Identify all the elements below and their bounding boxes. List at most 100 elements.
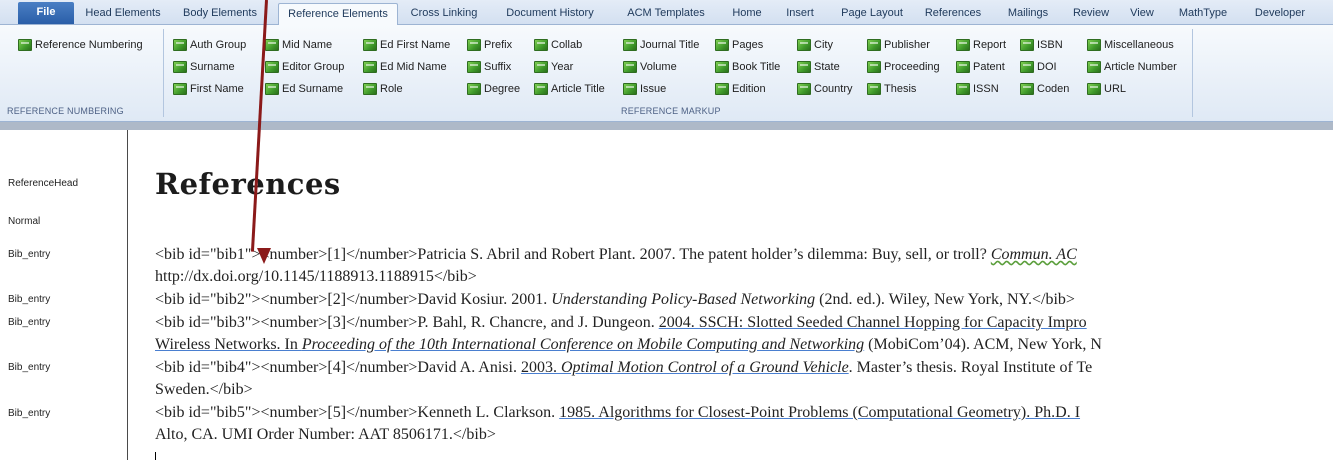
degree-icon: [467, 83, 481, 95]
country-button[interactable]: Country: [797, 80, 853, 98]
document-area[interactable]: ReferenceHead Normal Bib_entry Bib_entry…: [0, 130, 1333, 460]
tab-head-elements[interactable]: Head Elements: [79, 3, 167, 25]
mid-name-icon: [265, 39, 279, 51]
thesis-icon: [867, 83, 881, 95]
issn-icon: [956, 83, 970, 95]
reference-numbering-icon: [18, 39, 32, 51]
bib-entry-2-line-1: <bib id="bib2"><number>[2]</number>David…: [155, 291, 1075, 308]
edition-button[interactable]: Edition: [715, 80, 766, 98]
article-number-icon: [1087, 61, 1101, 73]
article-number-button[interactable]: Article Number: [1087, 58, 1177, 76]
proceeding-button[interactable]: Proceeding: [867, 58, 940, 76]
year-icon: [534, 61, 548, 73]
mid-name-button[interactable]: Mid Name: [265, 36, 332, 54]
reference-numbering-button[interactable]: Reference Numbering: [18, 36, 143, 54]
editor-group-button[interactable]: Editor Group: [265, 58, 344, 76]
edition-icon: [715, 83, 729, 95]
style-name-reference-head: ReferenceHead: [8, 178, 79, 189]
country-icon: [797, 83, 811, 95]
first-name-button[interactable]: First Name: [173, 80, 244, 98]
isbn-button[interactable]: ISBN: [1020, 36, 1063, 54]
group-label-reference-markup: REFERENCE MARKUP: [621, 106, 721, 116]
tab-insert[interactable]: Insert: [778, 3, 822, 25]
bib-4-title: Optimal Motion Control of a Ground Vehic…: [560, 359, 849, 376]
issue-icon: [623, 83, 637, 95]
coden-button[interactable]: Coden: [1020, 80, 1069, 98]
tab-mailings[interactable]: Mailings: [996, 3, 1060, 25]
article-title-button[interactable]: Article Title: [534, 80, 605, 98]
suffix-button[interactable]: Suffix: [467, 58, 511, 76]
tab-file[interactable]: File: [18, 2, 74, 24]
tab-review[interactable]: Review: [1065, 3, 1117, 25]
tab-home[interactable]: Home: [725, 3, 769, 25]
suffix-icon: [467, 61, 481, 73]
role-icon: [363, 83, 377, 95]
page-title: References: [155, 167, 341, 201]
tab-references[interactable]: References: [916, 3, 990, 25]
tab-view[interactable]: View: [1122, 3, 1162, 25]
bib-3-proceeding: Proceeding of the 10th International Con…: [301, 336, 865, 353]
group-separator: [1192, 29, 1193, 117]
style-name-bib-entry: Bib_entry: [8, 249, 51, 260]
bib-2-title: Understanding Policy-Based Networking: [551, 291, 816, 308]
tab-mathtype[interactable]: MathType: [1167, 3, 1239, 25]
ed-mid-name-button[interactable]: Ed Mid Name: [363, 58, 447, 76]
degree-button[interactable]: Degree: [467, 80, 520, 98]
collab-button[interactable]: Collab: [534, 36, 582, 54]
tab-developer[interactable]: Developer: [1245, 3, 1315, 25]
ed-first-name-button[interactable]: Ed First Name: [363, 36, 450, 54]
text-cursor: [155, 452, 156, 460]
collab-icon: [534, 39, 548, 51]
publisher-button[interactable]: Publisher: [867, 36, 930, 54]
bib-entry-5-line-1: <bib id="bib5"><number>[5]</number>Kenne…: [155, 404, 1081, 421]
first-name-icon: [173, 83, 187, 95]
ribbon-panel: Reference Numbering REFERENCE NUMBERING …: [0, 25, 1333, 122]
tab-acm-templates[interactable]: ACM Templates: [618, 3, 714, 25]
ribbon-tab-bar: File Head Elements Body Elements Referen…: [0, 0, 1333, 26]
volume-icon: [623, 61, 637, 73]
pages-button[interactable]: Pages: [715, 36, 763, 54]
bib-entry-3-line-1: <bib id="bib3"><number>[3]</number>P. Ba…: [155, 314, 1087, 331]
journal-title-button[interactable]: Journal Title: [623, 36, 699, 54]
miscellaneous-icon: [1087, 39, 1101, 51]
role-button[interactable]: Role: [363, 80, 403, 98]
patent-button[interactable]: Patent: [956, 58, 1005, 76]
city-button[interactable]: City: [797, 36, 833, 54]
style-name-normal: Normal: [8, 216, 41, 227]
prefix-button[interactable]: Prefix: [467, 36, 512, 54]
book-title-icon: [715, 61, 729, 73]
group-separator: [163, 29, 164, 117]
ribbon-bottom-strip: [0, 122, 1333, 130]
tab-page-layout[interactable]: Page Layout: [832, 3, 912, 25]
tab-body-elements[interactable]: Body Elements: [170, 3, 270, 25]
bib-entry-4-line-2: Sweden.</bib>: [155, 381, 253, 398]
tab-cross-linking[interactable]: Cross Linking: [404, 3, 484, 25]
tab-reference-elements[interactable]: Reference Elements: [278, 3, 398, 26]
year-button[interactable]: Year: [534, 58, 573, 76]
surname-button[interactable]: Surname: [173, 58, 235, 76]
miscellaneous-button[interactable]: Miscellaneous: [1087, 36, 1174, 54]
doi-button[interactable]: DOI: [1020, 58, 1057, 76]
isbn-icon: [1020, 39, 1034, 51]
bib-entry-4-line-1: <bib id="bib4"><number>[4]</number>David…: [155, 359, 1093, 376]
issn-button[interactable]: ISSN: [956, 80, 999, 98]
tab-document-history[interactable]: Document History: [500, 3, 600, 25]
auth-group-icon: [173, 39, 187, 51]
auth-group-button[interactable]: Auth Group: [173, 36, 246, 54]
report-button[interactable]: Report: [956, 36, 1006, 54]
state-button[interactable]: State: [797, 58, 840, 76]
bib-entry-1-line-1: <bib id="bib1"><number>[1]</number>Patri…: [155, 246, 1077, 263]
coden-icon: [1020, 83, 1034, 95]
surname-icon: [173, 61, 187, 73]
thesis-button[interactable]: Thesis: [867, 80, 916, 98]
volume-button[interactable]: Volume: [623, 58, 677, 76]
book-title-button[interactable]: Book Title: [715, 58, 780, 76]
bib-entry-3-line-2: Wireless Networks. In Proceeding of the …: [155, 336, 1102, 353]
pages-icon: [715, 39, 729, 51]
ed-surname-button[interactable]: Ed Surname: [265, 80, 343, 98]
issue-button[interactable]: Issue: [623, 80, 666, 98]
url-button[interactable]: URL: [1087, 80, 1126, 98]
ed-surname-icon: [265, 83, 279, 95]
style-name-bib-entry: Bib_entry: [8, 362, 51, 373]
editor-group-icon: [265, 61, 279, 73]
